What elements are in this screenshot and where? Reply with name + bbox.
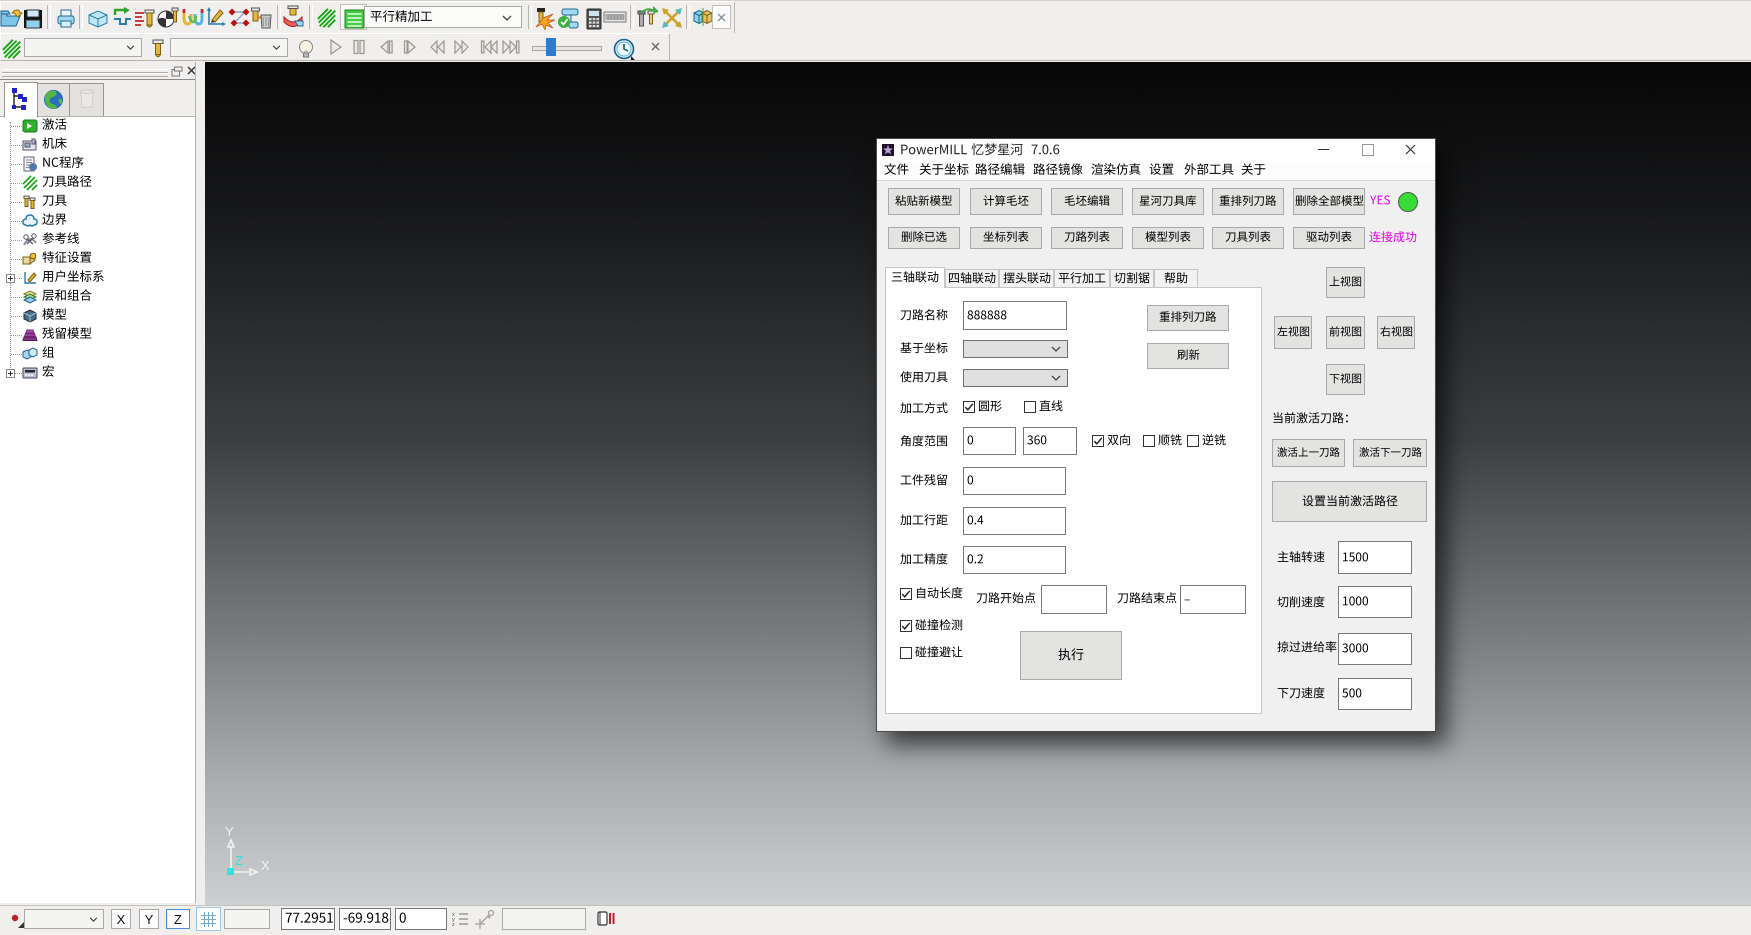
svg-text:X: X <box>261 858 270 873</box>
svg-text:z: z <box>452 922 455 927</box>
svg-text:Y: Y <box>225 824 234 839</box>
svg-text:Z: Z <box>235 853 243 868</box>
